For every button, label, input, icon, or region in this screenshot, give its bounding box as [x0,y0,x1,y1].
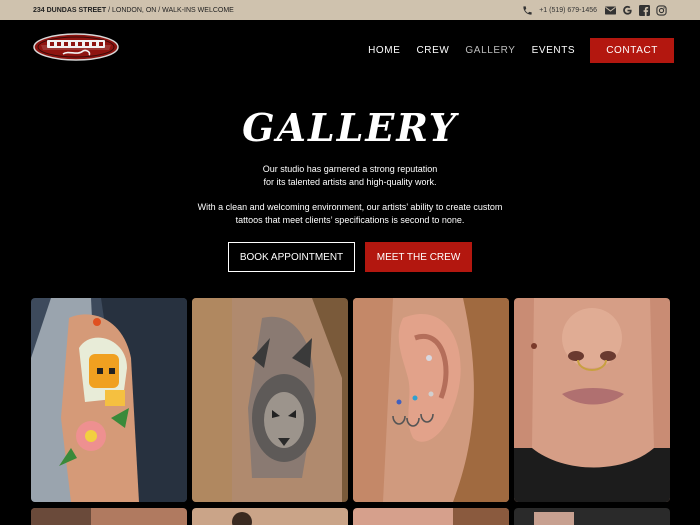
instagram-icon[interactable] [656,4,667,16]
description-paragraph: With a clean and welcoming environment, … [197,202,503,225]
mail-icon[interactable] [605,6,616,15]
gallery-item-row2-3[interactable] [353,508,509,525]
gallery-item-skull-tattoo[interactable] [31,298,187,502]
page-title: GALLERY [242,105,458,150]
intro-paragraph: Our studio has garnered a strong reputat… [262,164,438,187]
gallery-item-row2-2[interactable] [192,508,348,525]
meet-the-crew-button[interactable]: MEET THE CREW [365,242,472,272]
nav-crew[interactable]: CREW [416,45,449,56]
gallery-item-lion-tattoo[interactable] [192,298,348,502]
facebook-icon[interactable] [639,4,650,16]
site-logo[interactable] [33,33,119,61]
book-appointment-button[interactable]: BOOK APPOINTMENT [228,242,355,272]
contact-button[interactable]: CONTACT [590,38,674,63]
gallery-item-row2-1[interactable] [31,508,187,525]
google-icon[interactable] [622,5,633,16]
phone-number[interactable]: +1 (519) 679-1456 [539,7,597,14]
gallery-item-septum-piercing[interactable] [514,298,670,502]
gallery-item-ear-piercing[interactable] [353,298,509,502]
gallery-item-row2-4[interactable] [514,508,670,525]
nav-gallery[interactable]: GALLERY [465,45,515,56]
phone-icon[interactable] [522,5,533,16]
nav-home[interactable]: HOME [368,45,400,56]
nav-events[interactable]: EVENTS [532,45,576,56]
main-nav: HOME CREW GALLERY EVENTS CONTACT [352,38,674,63]
address-text: 234 DUNDAS STREET / LONDON, ON / WALK-IN… [33,6,234,14]
top-info-bar: 234 DUNDAS STREET / LONDON, ON / WALK-IN… [0,0,700,20]
